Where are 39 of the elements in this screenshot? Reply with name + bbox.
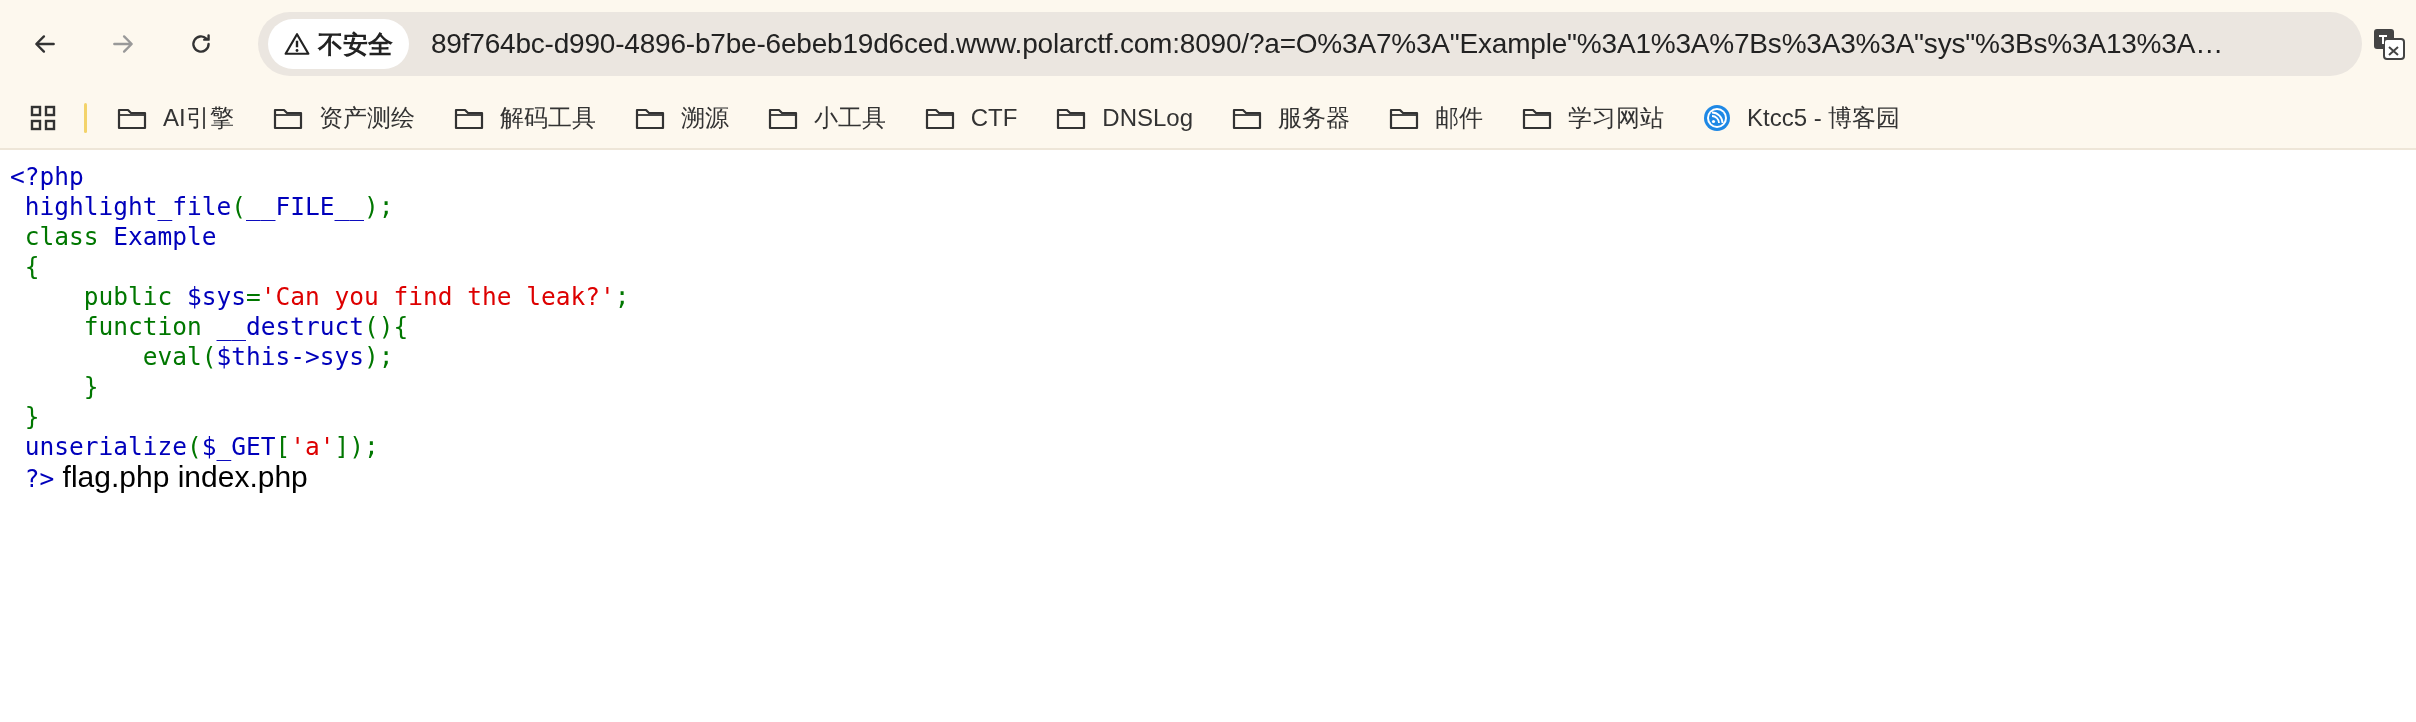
bookmark-item[interactable]: CTF [924, 104, 1018, 132]
bookmark-item[interactable]: Ktcc5 - 博客园 [1703, 102, 1901, 134]
translate-icon[interactable] [2372, 27, 2406, 61]
warning-icon [284, 32, 310, 56]
rss-icon [1703, 104, 1732, 132]
code-line: eval($this->sys); [141, 342, 395, 372]
folder-icon [767, 106, 798, 130]
url-text: 89f764bc-d990-4896-b7be-6ebeb19d6ced.www.polarctf.com:8090/?a=O%3A7%3A"Example"%3A1%3A%7Bs%3A3%3A"sys"%3Bs%3A13%3A… [431, 28, 2223, 60]
folder-icon [1056, 106, 1087, 130]
code-line: } [23, 402, 41, 432]
bookmark-item[interactable]: 解码工具 [453, 102, 596, 134]
code-line: { [23, 252, 41, 282]
code-line: ?> flag.php index.php [23, 462, 309, 494]
code-line: } [82, 372, 100, 402]
code-line: function __destruct(){ [82, 312, 410, 342]
bookmark-item[interactable]: 小工具 [767, 102, 886, 134]
bookmark-item[interactable]: 邮件 [1389, 102, 1484, 134]
apps-grid-icon[interactable] [30, 105, 56, 131]
folder-icon [1389, 106, 1420, 130]
bookmark-item[interactable]: AI引擎 [117, 102, 234, 134]
bookmark-item[interactable]: 溯源 [634, 102, 729, 134]
bookmark-item[interactable]: 资产测绘 [272, 102, 415, 134]
code-line: highlight_file(__FILE__); [23, 192, 395, 222]
bookmark-item[interactable]: 学习网站 [1522, 102, 1665, 134]
folder-icon [453, 106, 484, 130]
code-line: <?php [10, 162, 85, 192]
folder-icon [634, 106, 665, 130]
bookmark-item[interactable]: 服务器 [1232, 102, 1351, 134]
folder-icon [924, 106, 955, 130]
code-line: public $sys='Can you find the leak?'; [82, 282, 631, 312]
folder-icon [1522, 106, 1553, 130]
folder-icon [117, 106, 147, 130]
folder-icon [1232, 106, 1263, 130]
code-line: class Example [23, 222, 218, 252]
folder-icon [272, 106, 303, 130]
code-line: unserialize($_GET['a']); [23, 432, 380, 462]
bookmark-item[interactable]: DNSLog [1056, 104, 1194, 132]
security-chip[interactable]: 不安全 [268, 19, 409, 69]
address-bar[interactable]: 不安全 89f764bc-d990-4896-b7be-6ebeb19d6ced.www.polarctf.com:8090/?a=O%3A7%3A"Example"%3A1%3A%7Bs%3A3%3A"sys"%3Bs%3A13%3A… [258, 12, 2362, 76]
